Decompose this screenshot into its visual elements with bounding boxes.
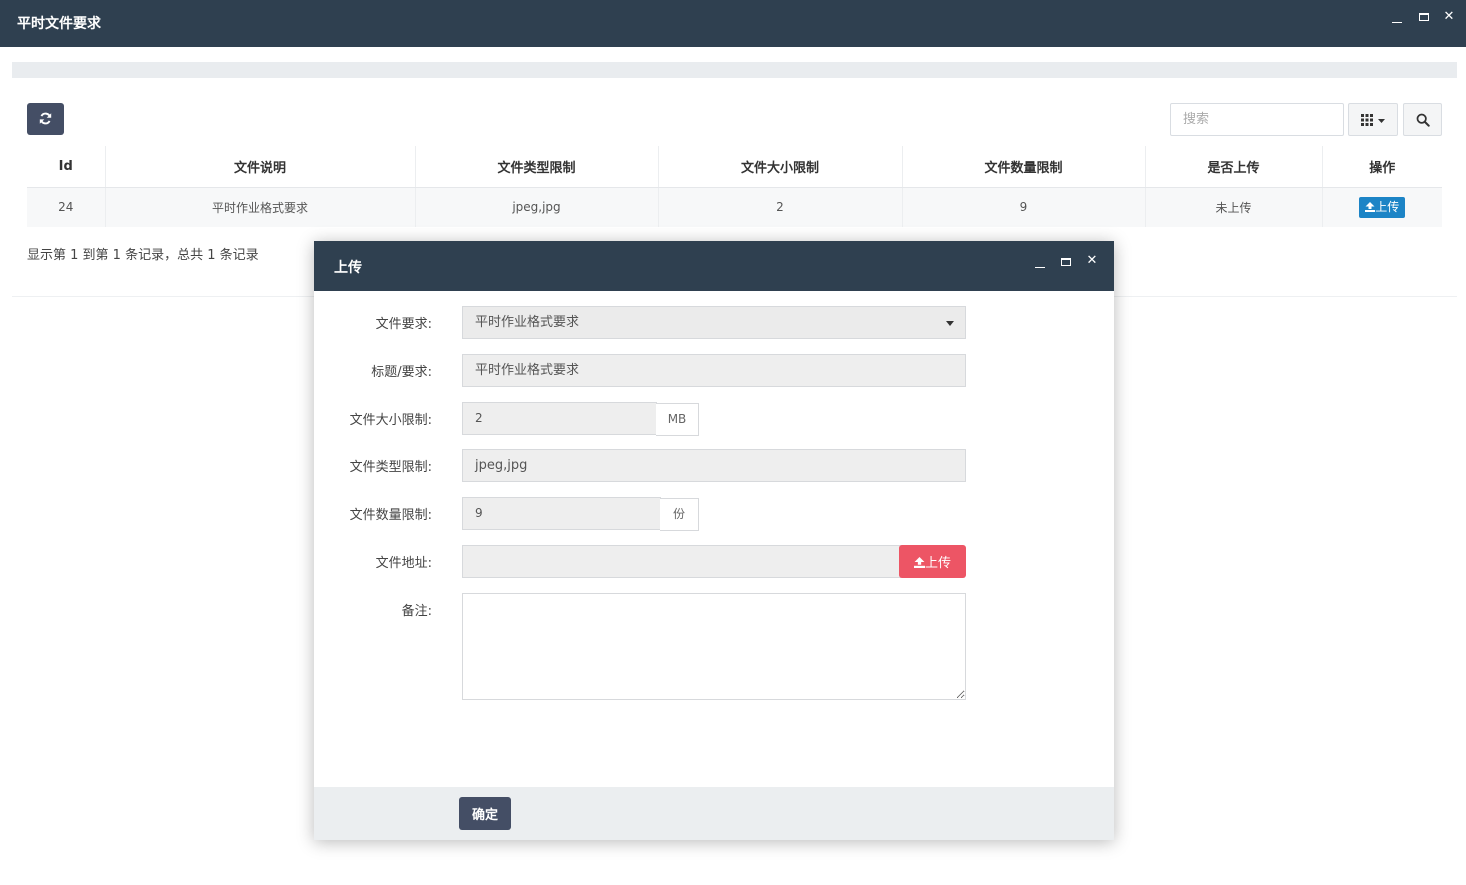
upload-icon — [1365, 201, 1376, 212]
refresh-button[interactable] — [27, 103, 64, 135]
dialog-title: 上传 — [334, 260, 362, 276]
table-row[interactable]: 24 平时作业格式要求 jpeg,jpg 2 9 未上传 上传 — [27, 187, 1442, 227]
remark-textarea[interactable] — [462, 593, 966, 700]
search-icon — [1416, 113, 1430, 127]
title-field[interactable]: 平时作业格式要求 — [462, 354, 966, 387]
requirement-label: 文件要求: — [375, 317, 432, 332]
count-limit-value: 9 — [475, 506, 483, 520]
col-header-size[interactable]: 文件大小限制 — [657, 146, 902, 188]
col-header-action: 操作 — [1321, 146, 1442, 188]
cell-action: 上传 — [1321, 187, 1442, 227]
search-button[interactable] — [1403, 103, 1442, 136]
grid-icon — [1361, 114, 1385, 126]
window-title: 平时文件要求 — [17, 16, 101, 32]
cell-uploaded: 未上传 — [1144, 187, 1322, 227]
file-requirement-table: Id 文件说明 文件类型限制 文件大小限制 文件数量限制 是否上传 操作 24 … — [27, 146, 1442, 227]
count-limit-field[interactable]: 9 份 — [462, 497, 699, 531]
refresh-icon — [39, 112, 52, 125]
cell-id: 24 — [27, 187, 105, 227]
type-limit-field[interactable]: jpeg,jpg — [462, 449, 966, 482]
cell-count: 9 — [901, 187, 1145, 227]
pagination-info: 显示第 1 到第 1 条记录，总共 1 条记录 — [27, 248, 259, 263]
col-header-uploaded[interactable]: 是否上传 — [1144, 146, 1322, 188]
minimize-icon[interactable] — [1033, 255, 1047, 269]
title-label: 标题/要求: — [371, 365, 432, 380]
top-strip — [12, 62, 1457, 78]
file-upload-label: 上传 — [924, 556, 951, 571]
address-field[interactable] — [462, 545, 902, 578]
minimize-icon[interactable] — [1390, 10, 1404, 24]
upload-dialog: 上传 ✕ 文件要求: 平时作业格式要求 标题/要求: 平时作业格式要求 文件大小… — [314, 241, 1114, 840]
cell-desc: 平时作业格式要求 — [104, 187, 415, 227]
remark-label: 备注: — [401, 604, 432, 619]
size-limit-field[interactable]: 2 MB — [462, 402, 699, 436]
type-limit-label: 文件类型限制: — [349, 460, 432, 475]
chevron-down-icon — [946, 321, 954, 326]
maximize-icon[interactable] — [1417, 10, 1431, 24]
col-header-types[interactable]: 文件类型限制 — [414, 146, 658, 188]
maximize-icon[interactable] — [1059, 255, 1073, 269]
size-unit-addon: MB — [656, 403, 699, 436]
cell-types: jpeg,jpg — [414, 187, 658, 227]
dialog-header: 上传 ✕ — [314, 241, 1114, 291]
table-header-row: Id 文件说明 文件类型限制 文件大小限制 文件数量限制 是否上传 操作 — [27, 146, 1442, 188]
row-upload-label: 上传 — [1375, 199, 1400, 214]
confirm-button[interactable]: 确定 — [459, 797, 511, 830]
columns-toggle-button[interactable] — [1348, 103, 1398, 136]
cell-size: 2 — [657, 187, 902, 227]
close-icon[interactable]: ✕ — [1085, 254, 1099, 268]
size-limit-value: 2 — [475, 411, 483, 425]
type-limit-value: jpeg,jpg — [475, 458, 528, 473]
requirement-select[interactable]: 平时作业格式要求 — [462, 306, 966, 339]
count-unit-addon: 份 — [660, 498, 699, 531]
count-limit-label: 文件数量限制: — [349, 508, 432, 523]
file-upload-button[interactable]: 上传 — [899, 545, 966, 578]
search-input[interactable] — [1170, 103, 1344, 136]
upload-icon — [913, 557, 925, 568]
address-label: 文件地址: — [375, 556, 432, 571]
col-header-id[interactable]: Id — [27, 146, 105, 188]
col-header-desc[interactable]: 文件说明 — [104, 146, 415, 188]
window-title-bar: 平时文件要求 ✕ — [0, 0, 1466, 47]
size-limit-label: 文件大小限制: — [349, 413, 432, 428]
row-upload-button[interactable]: 上传 — [1359, 196, 1406, 218]
title-value: 平时作业格式要求 — [475, 363, 580, 378]
dialog-footer: 确定 — [314, 787, 1114, 840]
close-icon[interactable]: ✕ — [1442, 10, 1456, 24]
requirement-value: 平时作业格式要求 — [475, 315, 580, 330]
col-header-count[interactable]: 文件数量限制 — [901, 146, 1145, 188]
